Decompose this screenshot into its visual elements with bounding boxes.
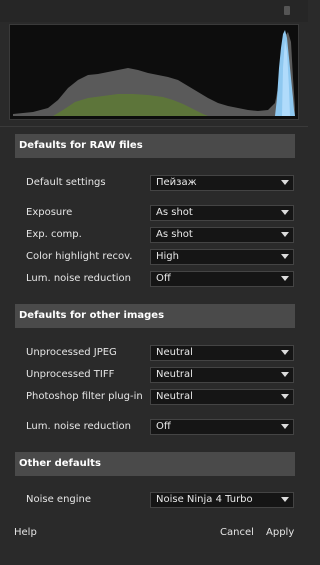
label-photoshop-filter-plugin: Photoshop filter plug-in: [26, 391, 143, 402]
select-default-settings[interactable]: Пейзаж: [150, 175, 294, 191]
label-unprocessed-jpeg: Unprocessed JPEG: [26, 347, 117, 358]
chevron-down-icon: [281, 372, 289, 377]
chevron-down-icon: [281, 276, 289, 281]
select-value: Off: [156, 421, 171, 432]
select-exposure[interactable]: As shot: [150, 205, 294, 221]
select-lum-noise-reduction-raw[interactable]: Off: [150, 271, 294, 287]
label-default-settings: Default settings: [26, 177, 106, 188]
select-lum-noise-reduction-other[interactable]: Off: [150, 419, 294, 435]
chevron-down-icon: [281, 254, 289, 259]
select-value: Neutral: [156, 347, 193, 358]
select-color-highlight-recov[interactable]: High: [150, 249, 294, 265]
section-header-other-images: Defaults for other images: [15, 304, 295, 328]
label-noise-engine: Noise engine: [26, 494, 92, 505]
help-button[interactable]: Help: [14, 526, 37, 540]
histogram: [9, 24, 299, 120]
label-unprocessed-tiff: Unprocessed TIFF: [26, 369, 115, 380]
select-noise-engine[interactable]: Noise Ninja 4 Turbo: [150, 492, 294, 508]
divider: [0, 126, 308, 127]
select-photoshop-filter-plugin[interactable]: Neutral: [150, 389, 294, 405]
select-value: Off: [156, 273, 171, 284]
select-value: Neutral: [156, 369, 193, 380]
select-value: Noise Ninja 4 Turbo: [156, 494, 253, 505]
chevron-down-icon: [281, 180, 289, 185]
label-exp-comp: Exp. comp.: [26, 229, 82, 240]
histogram-graph: [13, 30, 295, 116]
select-value: High: [156, 251, 179, 262]
select-exp-comp[interactable]: As shot: [150, 227, 294, 243]
select-value: Neutral: [156, 391, 193, 402]
chevron-down-icon: [281, 424, 289, 429]
select-unprocessed-tiff[interactable]: Neutral: [150, 367, 294, 383]
chevron-down-icon: [281, 394, 289, 399]
chevron-down-icon: [281, 232, 289, 237]
section-header-other-defaults: Other defaults: [15, 452, 295, 476]
label-lum-noise-reduction-other: Lum. noise reduction: [26, 421, 131, 432]
section-header-raw: Defaults for RAW files: [15, 134, 295, 158]
select-value: Пейзаж: [156, 177, 197, 188]
label-lum-noise-reduction-raw: Lum. noise reduction: [26, 273, 131, 284]
label-color-highlight-recov: Color highlight recov.: [26, 251, 133, 262]
chevron-down-icon: [281, 350, 289, 355]
grip-icon[interactable]: [284, 6, 290, 15]
label-exposure: Exposure: [26, 207, 73, 218]
cancel-button[interactable]: Cancel: [220, 526, 254, 540]
panel-top-bar: [0, 0, 308, 22]
chevron-down-icon: [281, 497, 289, 502]
select-unprocessed-jpeg[interactable]: Neutral: [150, 345, 294, 361]
chevron-down-icon: [281, 210, 289, 215]
select-value: As shot: [156, 229, 193, 240]
select-value: As shot: [156, 207, 193, 218]
apply-button[interactable]: Apply: [266, 526, 294, 540]
